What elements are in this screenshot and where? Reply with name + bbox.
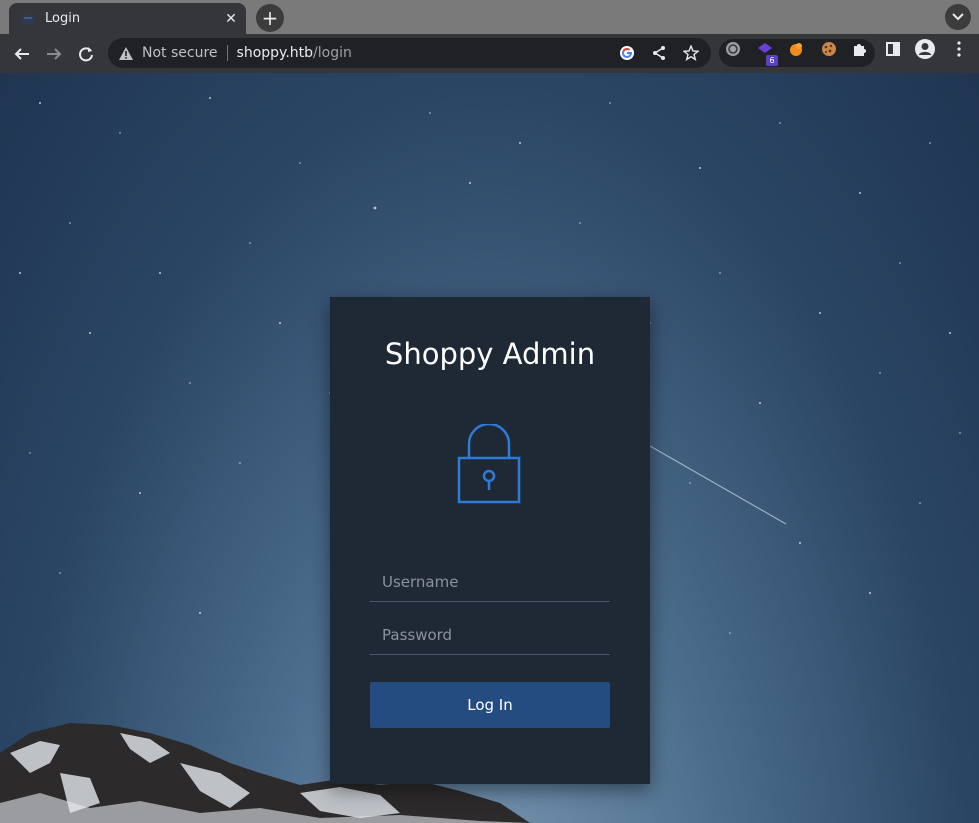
extension-1-icon[interactable] xyxy=(724,40,742,58)
star-icon[interactable] xyxy=(679,41,703,65)
url-path: /login xyxy=(313,45,352,61)
arrow-back-icon[interactable] xyxy=(9,41,35,67)
password-field[interactable] xyxy=(370,615,610,655)
arrow-forward-icon[interactable] xyxy=(41,41,67,67)
login-title: Shoppy Admin xyxy=(384,337,596,371)
page-favicon xyxy=(20,11,36,27)
reload-icon[interactable] xyxy=(73,41,99,67)
login-button[interactable]: Log In xyxy=(370,682,610,728)
share-icon[interactable] xyxy=(647,41,671,65)
login-card: Shoppy Admin Log In xyxy=(330,297,650,784)
address-bar[interactable]: Not secure shoppy.htb/login xyxy=(108,38,711,68)
close-icon[interactable]: ✕ xyxy=(223,11,239,27)
extension-badge: 6 xyxy=(766,55,778,66)
url-host: shoppy.htb xyxy=(236,45,314,61)
tab-strip: Login ✕ + xyxy=(0,0,979,34)
more-vert-icon[interactable] xyxy=(950,40,968,58)
lock-icon xyxy=(457,422,521,508)
url-text[interactable]: shoppy.htb/login xyxy=(237,45,615,61)
extension-3-icon[interactable] xyxy=(787,40,805,58)
profile-icon[interactable] xyxy=(914,38,936,60)
cookie-icon[interactable] xyxy=(820,40,838,58)
username-field[interactable] xyxy=(370,562,610,602)
chevron-down-icon[interactable] xyxy=(945,4,971,30)
browser-tab[interactable]: Login ✕ xyxy=(9,3,246,34)
browser-toolbar: Not secure shoppy.htb/login 6 xyxy=(0,34,979,73)
tab-title: Login xyxy=(45,11,81,26)
warning-icon[interactable] xyxy=(118,45,134,61)
page-viewport: Shoppy Admin Log In xyxy=(0,73,979,823)
puzzle-icon[interactable] xyxy=(851,40,869,58)
google-icon[interactable] xyxy=(615,41,639,65)
side-panel-icon[interactable] xyxy=(884,40,902,58)
omnibox-divider xyxy=(226,45,228,61)
security-label[interactable]: Not secure xyxy=(142,45,218,61)
plus-icon[interactable]: + xyxy=(256,4,284,32)
